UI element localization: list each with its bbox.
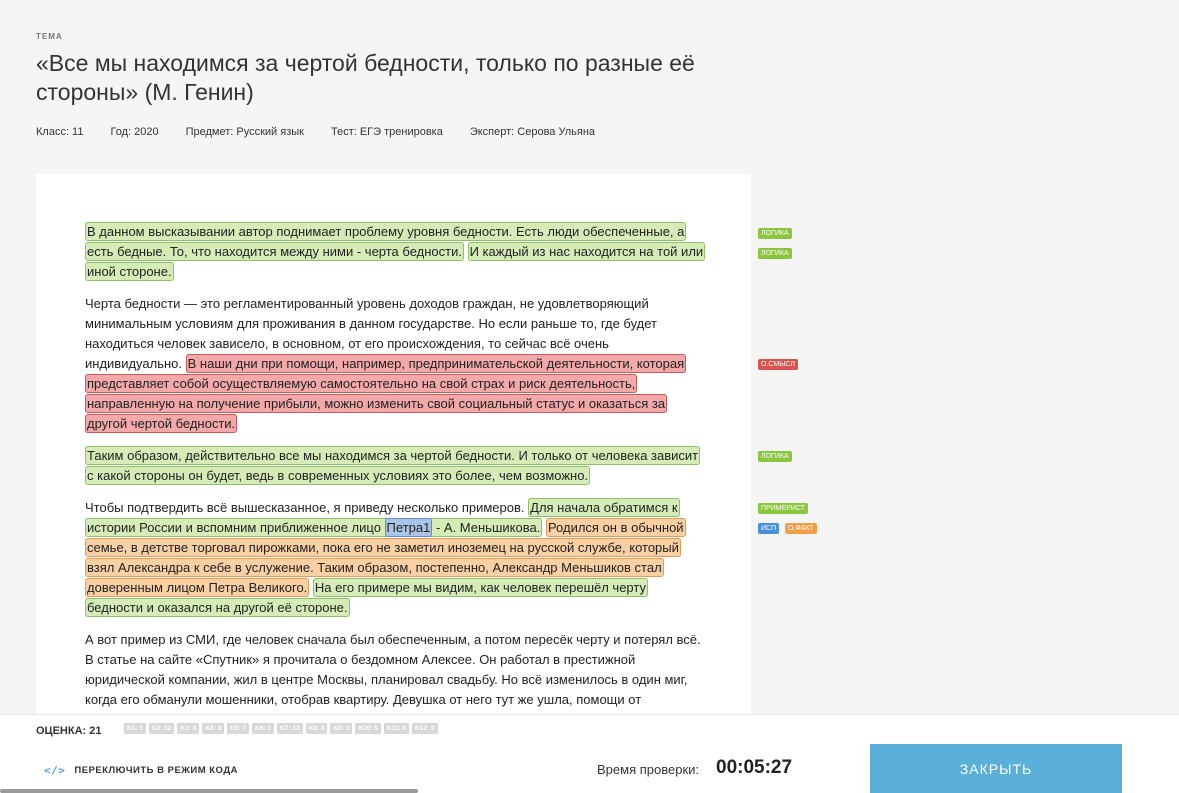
tag-meaning[interactable]: О.СМЫСЛ — [758, 359, 798, 370]
code-mode-toggle[interactable]: </> ПЕРЕКЛЮЧИТЬ В РЕЖИМ КОДА — [44, 764, 238, 777]
essay-paragraph-1: В данном высказывании автор поднимает пр… — [85, 222, 706, 282]
essay-paragraph-3: Таким образом, действительно все мы нахо… — [85, 446, 705, 486]
meta-subject: Предмет: Русский язык — [185, 126, 304, 138]
tag-logic[interactable]: ЛОГИКА — [758, 228, 792, 239]
criterion-badge: K5: 7 — [227, 723, 250, 734]
code-mode-label: ПЕРЕКЛЮЧИТЬ В РЕЖИМ КОДА — [74, 765, 238, 776]
score-label: ОЦЕНКА: 21 — [36, 725, 102, 737]
highlight-example-text: - А. Меньшикова. — [432, 520, 541, 535]
highlight-logic-3[interactable]: Таким образом, действительно все мы нахо… — [85, 446, 701, 485]
tag-logic[interactable]: ЛОГИКА — [758, 248, 792, 259]
code-icon: </> — [44, 764, 66, 777]
criterion-badge: K3: 0 — [177, 723, 200, 734]
criterion-badge: K12: 0 — [412, 723, 438, 734]
essay-text: В данном высказывании автор поднимает пр… — [85, 222, 706, 714]
criterion-badge: K6: 3 — [252, 723, 275, 734]
meta-expert: Эксперт: Серова Ульяна — [469, 126, 596, 138]
meta-info: Класс: 11 Год: 2020 Предмет: Русский язы… — [36, 126, 622, 138]
criterion-badge: K8: 0 — [305, 723, 328, 734]
criterion-badge: K7: 12 — [277, 723, 303, 734]
highlight-correction[interactable]: Петра1 — [384, 518, 433, 537]
criterion-badge: K11: 9 — [383, 723, 410, 734]
meta-class: Класс: 11 — [36, 126, 84, 138]
criterion-badge: K1: 1 — [124, 723, 146, 734]
horizontal-scrollbar[interactable] — [0, 789, 418, 793]
page-title: «Все мы находимся за чертой бедности, то… — [36, 50, 695, 105]
close-button[interactable]: ЗАКРЫТЬ — [870, 744, 1122, 793]
essay-paper: В данном высказывании автор поднимает пр… — [36, 174, 751, 714]
timer-label: Время проверки: — [597, 762, 700, 777]
criterion-badge: K10: 5 — [355, 723, 381, 734]
meta-year: Год: 2020 — [110, 126, 159, 138]
topic-label: ТЕМА — [36, 32, 63, 41]
meta-test: Тест: ЕГЭ тренировка — [330, 126, 443, 138]
essay-paragraph-2: Черта бедности — это регламентированный … — [85, 294, 705, 434]
tag-correction[interactable]: ИСП — [758, 523, 780, 534]
criterion-badge: K2: 12 — [148, 723, 175, 734]
tag-example[interactable]: ПРИМЕРИСТ — [758, 503, 809, 514]
essay-paragraph-5: А вот пример из СМИ, где человек сначала… — [85, 632, 701, 714]
essay-paragraph-4: Чтобы подтвердить всё вышесказанное, я п… — [85, 498, 705, 618]
criteria-list: K1: 1 K2: 12 K3: 0 K4: 8 K5: 7 K6: 3 K7:… — [124, 723, 441, 734]
essay-text-plain: Чтобы подтвердить всё вышесказанное, я п… — [85, 500, 529, 515]
criterion-badge: K4: 8 — [202, 723, 225, 734]
tag-logic[interactable]: ЛОГИКА — [758, 451, 792, 462]
tag-fact[interactable]: О.ФАКТ — [785, 523, 817, 534]
timer-value: 00:05:27 — [716, 757, 793, 778]
footer-bar: ОЦЕНКА: 21 K1: 1 K2: 12 K3: 0 K4: 8 K5: … — [0, 714, 1179, 793]
criterion-badge: K9: 3 — [330, 723, 353, 734]
